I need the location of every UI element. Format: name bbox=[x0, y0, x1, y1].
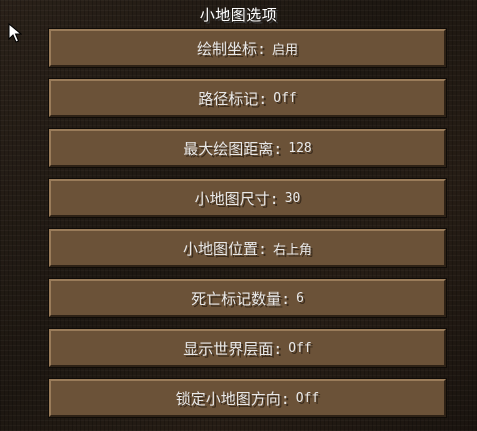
option-value: Off bbox=[273, 90, 297, 106]
show-world-layer-button[interactable]: 显示世界层面: Off bbox=[48, 328, 447, 368]
lock-minimap-orientation-button[interactable]: 锁定小地图方向: Off bbox=[48, 378, 447, 418]
options-list: 绘制坐标: 启用 路径标记: Off 最大绘图距离: 128 小地图尺寸: 30 小地图… bbox=[48, 28, 447, 418]
draw-coordinates-button[interactable]: 绘制坐标: 启用 bbox=[48, 28, 447, 68]
option-label: 小地图尺寸: bbox=[194, 189, 279, 208]
minimap-size-button[interactable]: 小地图尺寸: 30 bbox=[48, 178, 447, 218]
option-label: 绘制坐标: bbox=[196, 39, 266, 58]
minimap-position-button[interactable]: 小地图位置: 右上角 bbox=[48, 228, 447, 268]
option-value: 128 bbox=[288, 140, 312, 156]
option-label: 锁定小地图方向: bbox=[175, 389, 290, 408]
option-label: 最大绘图距离: bbox=[183, 139, 283, 158]
option-value: Off bbox=[288, 340, 312, 356]
mouse-pointer-icon bbox=[8, 23, 22, 43]
option-value: 6 bbox=[296, 290, 304, 306]
max-draw-distance-button[interactable]: 最大绘图距离: 128 bbox=[48, 128, 447, 168]
path-markers-button[interactable]: 路径标记: Off bbox=[48, 78, 447, 118]
option-value: Off bbox=[295, 390, 320, 406]
option-value: 30 bbox=[284, 190, 301, 206]
option-label: 死亡标记数量: bbox=[191, 289, 291, 308]
page-title: 小地图选项 bbox=[199, 6, 278, 24]
option-value: 启用 bbox=[272, 42, 299, 58]
option-value: 右上角 bbox=[273, 242, 313, 258]
option-label: 路径标记: bbox=[198, 89, 268, 108]
option-label: 显示世界层面: bbox=[183, 339, 283, 358]
death-marker-count-button[interactable]: 死亡标记数量: 6 bbox=[48, 278, 447, 318]
option-label: 小地图位置: bbox=[182, 239, 268, 258]
